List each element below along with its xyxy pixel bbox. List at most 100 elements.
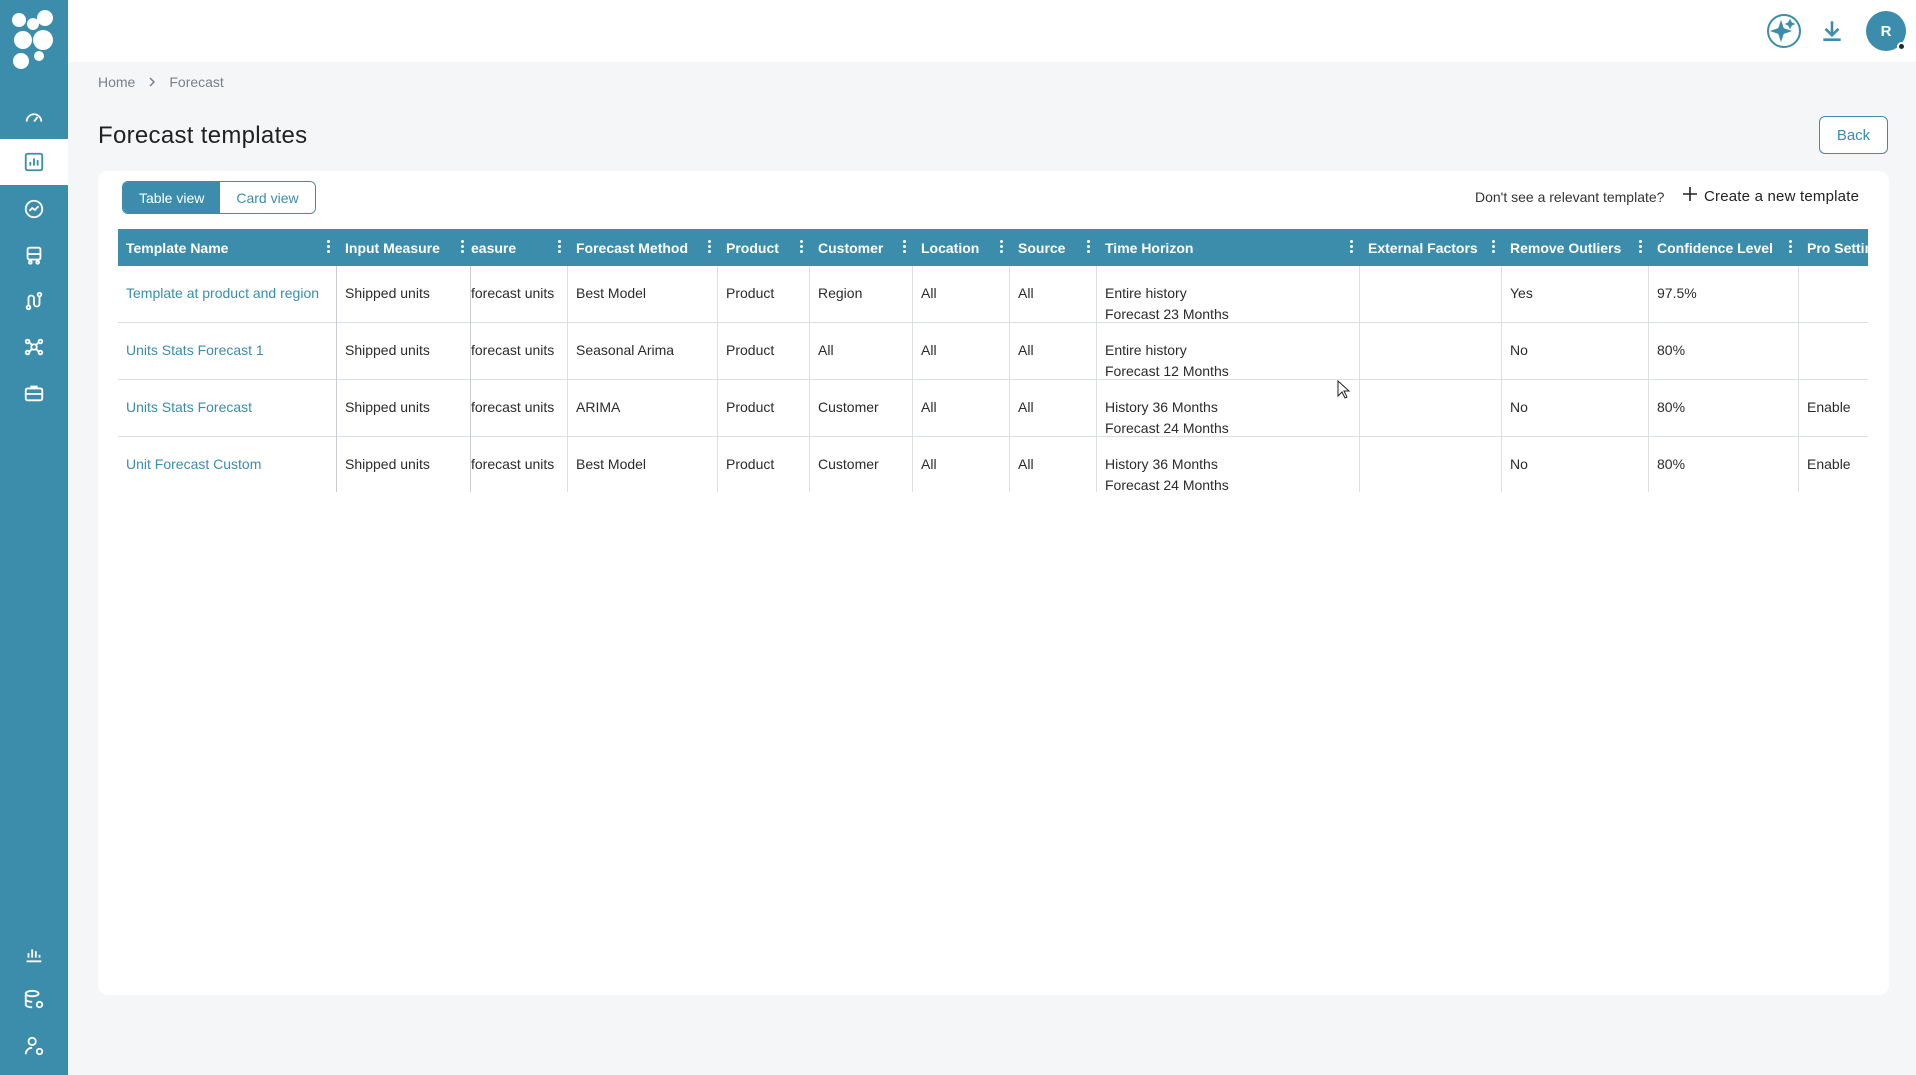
report-icon[interactable] bbox=[20, 940, 48, 968]
breadcrumb-home[interactable]: Home bbox=[98, 74, 135, 90]
cell-input-measure: Shipped units bbox=[337, 437, 471, 492]
template-name-link[interactable]: Template at product and region bbox=[118, 266, 337, 323]
cell-customer: Customer bbox=[810, 380, 913, 437]
horizon-forecast: Forecast 12 Months bbox=[1105, 363, 1229, 379]
chevron-right-icon bbox=[147, 74, 157, 90]
briefcase-icon[interactable] bbox=[20, 379, 48, 407]
sidebar bbox=[0, 0, 68, 1075]
horizon-forecast: Forecast 24 Months bbox=[1105, 420, 1229, 436]
speedometer-icon[interactable] bbox=[20, 103, 48, 131]
column-menu-icon[interactable] bbox=[460, 239, 464, 255]
template-name-link[interactable]: Units Stats Forecast 1 bbox=[118, 323, 337, 380]
column-label: Confidence Level bbox=[1657, 239, 1773, 256]
column-header-pro-settings[interactable]: Pro Settin bbox=[1799, 229, 1868, 266]
column-menu-icon[interactable] bbox=[707, 239, 711, 255]
bar-chart-icon[interactable] bbox=[0, 139, 68, 185]
cell-pro-settings: Enable bbox=[1807, 399, 1851, 415]
column-header-template-name[interactable]: Template Name bbox=[118, 229, 336, 266]
cell-time-horizon: Entire history Forecast 12 Months bbox=[1097, 323, 1360, 380]
column-header-measure[interactable]: easure bbox=[471, 229, 567, 266]
table-view-button[interactable]: Table view bbox=[123, 182, 221, 213]
column-menu-icon[interactable] bbox=[557, 239, 561, 255]
truck-icon[interactable] bbox=[20, 241, 48, 269]
table-row[interactable]: Template at product and region Shipped u… bbox=[118, 266, 1868, 323]
app-logo[interactable] bbox=[9, 6, 57, 72]
cell-pro-settings bbox=[1799, 323, 1868, 380]
cell-forecast-method: ARIMA bbox=[568, 380, 718, 437]
template-name-link[interactable]: Units Stats Forecast bbox=[118, 380, 337, 437]
cell-source: All bbox=[1010, 380, 1097, 437]
table-row[interactable]: Unit Forecast Custom Shipped units forec… bbox=[118, 437, 1868, 492]
column-header-location[interactable]: Location bbox=[913, 229, 1009, 266]
column-label: Pro Settin bbox=[1807, 239, 1868, 256]
table-row[interactable]: Units Stats Forecast 1 Shipped units for… bbox=[118, 323, 1868, 380]
column-menu-icon[interactable] bbox=[799, 239, 803, 255]
column-header-source[interactable]: Source bbox=[1010, 229, 1096, 266]
template-prompt: Don't see a relevant template? bbox=[1475, 189, 1665, 205]
column-menu-icon[interactable] bbox=[1638, 239, 1642, 255]
column-header-customer[interactable]: Customer bbox=[810, 229, 912, 266]
ai-sparkle-icon[interactable] bbox=[1766, 13, 1802, 49]
network-icon[interactable] bbox=[20, 333, 48, 361]
cell-product: Product bbox=[718, 266, 810, 323]
column-menu-icon[interactable] bbox=[1349, 239, 1353, 255]
column-menu-icon[interactable] bbox=[999, 239, 1003, 255]
column-header-remove-outliers[interactable]: Remove Outliers bbox=[1502, 229, 1648, 266]
breadcrumb: Home Forecast bbox=[98, 74, 224, 90]
cell-remove-outliers: No bbox=[1502, 437, 1649, 492]
cell-input-measure: Shipped units bbox=[337, 266, 471, 323]
cell-external-factors bbox=[1360, 266, 1502, 323]
top-header: R bbox=[68, 0, 1916, 62]
column-menu-icon[interactable] bbox=[1491, 239, 1495, 255]
templates-table: Template Name Input Measure easure Forec… bbox=[118, 229, 1868, 492]
create-template-label: Create a new template bbox=[1704, 187, 1860, 205]
column-header-external-factors[interactable]: External Factors bbox=[1360, 229, 1501, 266]
column-menu-icon[interactable] bbox=[1086, 239, 1090, 255]
create-template-button[interactable]: Create a new template bbox=[1682, 186, 1859, 206]
plus-icon bbox=[1682, 186, 1698, 206]
column-menu-icon[interactable] bbox=[326, 239, 330, 255]
column-header-forecast-method[interactable]: Forecast Method bbox=[568, 229, 717, 266]
cell-location: All bbox=[913, 323, 1010, 380]
horizon-history: Entire history bbox=[1105, 342, 1187, 358]
trend-icon[interactable] bbox=[20, 195, 48, 223]
column-header-confidence-level[interactable]: Confidence Level bbox=[1649, 229, 1798, 266]
column-header-input-measure[interactable]: Input Measure bbox=[337, 229, 470, 266]
route-icon[interactable] bbox=[20, 287, 48, 315]
cell-time-horizon: History 36 Months Forecast 24 Months bbox=[1097, 380, 1360, 437]
cell-source: All bbox=[1010, 323, 1097, 380]
horizon-history: Entire history bbox=[1105, 285, 1187, 301]
column-label: Input Measure bbox=[345, 239, 440, 256]
cell-customer: All bbox=[810, 323, 913, 380]
cell-forecast-method: Seasonal Arima bbox=[568, 323, 718, 380]
avatar-initial: R bbox=[1880, 22, 1892, 40]
column-menu-icon[interactable] bbox=[1788, 239, 1792, 255]
user-settings-icon[interactable] bbox=[20, 1032, 48, 1060]
column-header-product[interactable]: Product bbox=[718, 229, 809, 266]
cell-customer: Customer bbox=[810, 437, 913, 492]
column-label: Location bbox=[921, 239, 980, 256]
back-button[interactable]: Back bbox=[1819, 116, 1888, 154]
cell-measure: forecast units bbox=[471, 380, 568, 437]
table-row[interactable]: Units Stats Forecast Shipped units forec… bbox=[118, 380, 1868, 437]
cell-input-measure: Shipped units bbox=[337, 380, 471, 437]
cell-customer: Region bbox=[810, 266, 913, 323]
download-icon[interactable] bbox=[1814, 13, 1850, 49]
column-menu-icon[interactable] bbox=[902, 239, 906, 255]
user-avatar[interactable]: R bbox=[1866, 11, 1906, 51]
cell-product: Product bbox=[718, 437, 810, 492]
horizon-forecast: Forecast 24 Months bbox=[1105, 477, 1229, 492]
table-header: Template Name Input Measure easure Forec… bbox=[118, 229, 1868, 266]
column-label: Customer bbox=[818, 239, 884, 256]
cell-source: All bbox=[1010, 266, 1097, 323]
card-view-button[interactable]: Card view bbox=[220, 182, 315, 213]
column-label: External Factors bbox=[1368, 239, 1478, 256]
cell-source: All bbox=[1010, 437, 1097, 492]
cell-confidence-level: 80% bbox=[1649, 323, 1799, 380]
cell-measure: forecast units bbox=[471, 437, 568, 492]
column-header-time-horizon[interactable]: Time Horizon bbox=[1097, 229, 1359, 266]
database-settings-icon[interactable] bbox=[20, 986, 48, 1014]
template-name-link[interactable]: Unit Forecast Custom bbox=[118, 437, 337, 492]
cell-measure: forecast units bbox=[471, 266, 568, 323]
column-label: Product bbox=[726, 239, 779, 256]
